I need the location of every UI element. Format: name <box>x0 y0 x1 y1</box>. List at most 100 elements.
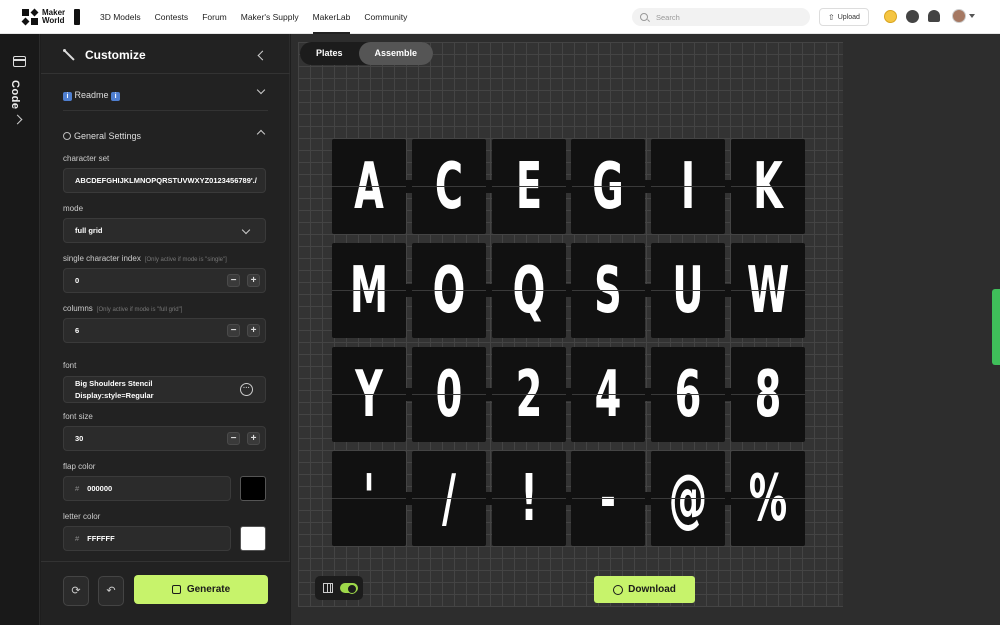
single-index-label: single character index [Only active if mo… <box>63 254 227 263</box>
nav-community[interactable]: Community <box>364 0 407 34</box>
columns-label-text: columns <box>63 304 93 313</box>
panel-footer: ⟳ ↶ Generate <box>41 561 290 625</box>
readme-section[interactable]: i Readme i <box>63 85 268 101</box>
flap-character: 8 <box>754 357 782 432</box>
generate-button[interactable]: Generate <box>134 575 268 604</box>
flap-tile: M <box>332 243 406 338</box>
flap-character: ! <box>519 461 538 536</box>
divider <box>63 110 268 111</box>
logo-icon <box>21 8 39 25</box>
chevron-down-icon[interactable] <box>256 85 266 95</box>
letter-color-swatch[interactable] <box>240 526 266 551</box>
flap-tile: E <box>491 139 566 234</box>
columns-input[interactable]: 6 − + <box>63 318 266 343</box>
upload-button[interactable]: ⇧ Upload <box>819 8 869 26</box>
flap-character: C <box>434 149 463 224</box>
flap-character: O <box>432 253 466 328</box>
flap-tile: ! <box>491 451 566 546</box>
single-index-value: 0 <box>75 276 80 285</box>
character-set-input[interactable]: ABCDEFGHIJKLMNOPQRSTUVWXYZ0123456789'./ <box>63 168 266 193</box>
flap-tile: A <box>332 139 406 234</box>
decrement-button[interactable]: − <box>227 274 240 287</box>
font-value-line2: Display:style=Regular <box>75 390 154 400</box>
avatar[interactable] <box>952 9 966 23</box>
more-options-icon[interactable]: ··· <box>240 383 253 396</box>
grid-switch[interactable] <box>340 583 358 594</box>
tab-assemble[interactable]: Assemble <box>358 42 434 65</box>
decrement-button[interactable]: − <box>227 432 240 445</box>
increment-button[interactable]: + <box>247 274 260 287</box>
flap-tile: / <box>411 451 486 546</box>
grid-toggle[interactable] <box>315 576 363 600</box>
nav-links: 3D Models Contests Forum Maker's Supply … <box>100 0 421 34</box>
generate-label: Generate <box>186 584 231 595</box>
decrement-button[interactable]: − <box>227 324 240 337</box>
mode-select[interactable]: full grid <box>63 218 266 243</box>
code-icon[interactable] <box>13 56 26 67</box>
font-size-input[interactable]: 30 − + <box>63 426 266 451</box>
flap-hinge <box>565 283 572 297</box>
chevron-down-icon <box>241 225 251 235</box>
upload-icon: ⇧ <box>828 12 835 22</box>
nav-makers-supply[interactable]: Maker's Supply <box>241 0 299 34</box>
flap-color-label: flap color <box>63 462 96 471</box>
nav-forum[interactable]: Forum <box>202 0 227 34</box>
tab-plates[interactable]: Plates <box>300 42 359 65</box>
flap-tile: C <box>411 139 486 234</box>
gear-icon <box>63 132 71 140</box>
refresh-button[interactable]: ⟳ <box>63 576 89 606</box>
flap-tile: @ <box>651 451 726 546</box>
hash-symbol: # <box>75 534 80 543</box>
flap-board: A C E G I K M O Q S U W Y 0 2 4 6 8 ' /! - @% <box>332 139 805 548</box>
search-input[interactable]: Search <box>632 8 810 26</box>
increment-button[interactable]: + <box>247 432 260 445</box>
letter-color-input[interactable]: # FFFFFF <box>63 526 231 551</box>
flap-character: I <box>681 149 696 224</box>
flap-hinge <box>406 179 412 193</box>
flap-color-swatch[interactable] <box>240 476 266 501</box>
character-set-value: ABCDEFGHIJKLMNOPQRSTUVWXYZ0123456789'./ <box>75 176 257 185</box>
flap-color-input[interactable]: # 000000 <box>63 476 231 501</box>
collapse-panel-icon[interactable] <box>257 50 268 61</box>
flap-character: % <box>748 461 788 536</box>
flap-tile: 0 <box>411 347 486 442</box>
single-index-input[interactable]: 0 − + <box>63 268 266 293</box>
bell-icon[interactable] <box>928 10 940 22</box>
rail-code-label[interactable]: Code <box>9 80 21 110</box>
nav-contests[interactable]: Contests <box>155 0 189 34</box>
flap-character: K <box>753 149 783 224</box>
flap-tile: 8 <box>731 347 805 442</box>
feedback-tab[interactable] <box>992 289 1000 365</box>
info-icon: i <box>63 92 72 101</box>
increment-button[interactable]: + <box>247 324 260 337</box>
flap-tile: G <box>571 139 646 234</box>
generate-icon <box>171 585 181 594</box>
customize-panel: Customize i Readme i General Settings ch… <box>41 34 290 625</box>
nav-makerlab[interactable]: MakerLab <box>312 0 350 34</box>
flap-tile: U <box>651 243 726 338</box>
flap-character: @ <box>668 461 708 536</box>
build-plate-grid[interactable]: A C E G I K M O Q S U W Y 0 2 4 6 8 ' /! - @% <box>298 42 843 607</box>
flap-hinge <box>725 387 732 401</box>
makerworld-logo[interactable]: Maker World <box>21 8 80 25</box>
download-button[interactable]: Download <box>594 576 695 603</box>
flap-character: 4 <box>595 357 622 432</box>
flap-character: E <box>515 149 542 224</box>
general-settings-section[interactable]: General Settings <box>63 126 268 142</box>
flap-hinge <box>485 387 492 401</box>
flap-tile: 4 <box>571 347 646 442</box>
flap-character: U <box>672 253 704 328</box>
flap-tile: - <box>571 451 646 546</box>
avatar-dropdown-icon[interactable] <box>969 14 975 18</box>
undo-button[interactable]: ↶ <box>98 576 124 606</box>
font-size-value: 30 <box>75 434 84 443</box>
coin-icon[interactable] <box>884 10 897 23</box>
font-picker[interactable]: Big Shoulders Stencil Display:style=Regu… <box>63 376 266 403</box>
flap-character: / <box>441 461 456 536</box>
chat-icon[interactable] <box>906 10 919 23</box>
nav-3d-models[interactable]: 3D Models <box>100 0 141 34</box>
chevron-right-icon[interactable] <box>12 114 23 125</box>
character-set-label: character set <box>63 154 110 163</box>
flap-tile: W <box>731 243 805 338</box>
chevron-up-icon[interactable] <box>256 129 266 139</box>
